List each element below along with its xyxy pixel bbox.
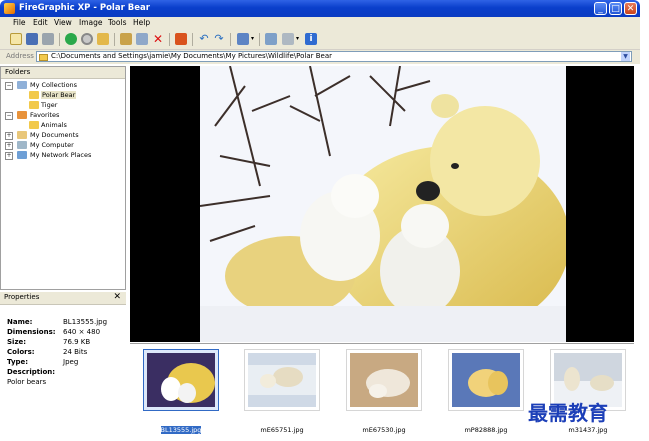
tree-label: Animals (41, 121, 67, 129)
info-icon[interactable]: i (305, 33, 317, 45)
maximize-button[interactable]: □ (609, 2, 622, 15)
thumbnail-caption[interactable]: mE65751.jpg (237, 426, 327, 434)
delete-icon[interactable]: ✕ (152, 33, 164, 45)
paste-icon[interactable] (136, 33, 148, 45)
zoom-dropdown-arrow-icon[interactable]: ▾ (296, 35, 299, 42)
folder-icon (29, 101, 39, 109)
slideshow-icon[interactable] (265, 33, 277, 45)
address-input[interactable]: C:\Documents and Settings\jamie\My Docum… (36, 51, 632, 62)
tree-label: My Network Places (30, 151, 92, 159)
window-title: FireGraphic XP - Polar Bear (19, 3, 150, 13)
undo-icon[interactable]: ↶ (198, 33, 210, 45)
polar-bear-photo (200, 66, 566, 342)
toolbar-separator (169, 33, 170, 46)
folders-title: Folders (5, 68, 31, 76)
menu-tools[interactable]: Tools (108, 18, 126, 27)
property-row: Dimensions: 640 × 480 (7, 328, 101, 336)
stop-circle-icon[interactable] (81, 33, 93, 45)
computer-icon (17, 141, 27, 149)
tree-label: Favorites (30, 111, 60, 119)
thumbnail-mp82888[interactable] (448, 349, 524, 411)
thumbnail-image (452, 353, 520, 407)
collection-icon (17, 81, 27, 89)
property-row: Description: (7, 368, 56, 376)
view-dropdown-arrow-icon[interactable]: ▾ (251, 35, 254, 42)
thumbnail-caption[interactable]: mE67530.jpg (339, 426, 429, 434)
toolbar-separator (259, 33, 260, 46)
menu-file[interactable]: File (13, 18, 26, 27)
properties-pane: Properties ✕ Name: BL13555.jpg Dimensions… (0, 292, 126, 440)
property-description: Polor bears (7, 378, 47, 386)
tree-label: Tiger (41, 101, 58, 109)
app-icon (4, 3, 15, 14)
folders-header: Folders (1, 67, 125, 79)
redo-icon[interactable]: ↷ (213, 33, 225, 45)
save-icon[interactable] (26, 33, 38, 45)
thumbnail-image (350, 353, 418, 407)
print-icon[interactable] (42, 33, 54, 45)
properties-title: Properties (4, 293, 40, 301)
menu-image[interactable]: Image (79, 18, 103, 27)
expand-icon[interactable]: + (5, 132, 13, 140)
documents-icon (17, 131, 27, 139)
title-bar[interactable]: FireGraphic XP - Polar Bear _ □ ✕ (0, 0, 640, 17)
thumbnail-me67530[interactable] (346, 349, 422, 411)
window-edge (640, 0, 649, 440)
toolbar-separator (192, 33, 193, 46)
thumbnail-me65751[interactable] (244, 349, 320, 411)
tree-label: Polar Bear (41, 91, 77, 99)
menu-edit[interactable]: Edit (33, 18, 48, 27)
collapse-icon[interactable]: − (5, 82, 13, 90)
toolbar-separator (59, 33, 60, 46)
collapse-icon[interactable]: − (5, 112, 13, 120)
close-button[interactable]: ✕ (624, 2, 637, 15)
property-row: Colors: 24 Bits (7, 348, 88, 356)
expand-icon[interactable]: + (5, 142, 13, 150)
expand-icon[interactable]: + (5, 152, 13, 160)
tree-label: My Collections (30, 81, 78, 89)
thumbnail-image (147, 353, 215, 407)
watermark: 最需教育 (528, 401, 608, 425)
address-path: C:\Documents and Settings\jamie\My Docum… (51, 52, 333, 60)
address-dropdown-icon[interactable]: ▼ (621, 52, 630, 61)
view-grid-icon[interactable] (237, 33, 249, 45)
menu-help[interactable]: Help (133, 18, 150, 27)
property-row: Size: 76.9 KB (7, 338, 91, 346)
close-icon[interactable]: ✕ (113, 292, 121, 302)
network-icon (17, 151, 27, 159)
upload-icon[interactable] (97, 33, 109, 45)
property-row: Name: BL13555.jpg (7, 318, 108, 326)
folder-icon (29, 91, 39, 99)
thumbnail-strip: BL13555.jpg mE65751.jpg mE67530.jpg mP82… (130, 343, 634, 441)
property-row: Type: Jpeg (7, 358, 79, 366)
forward-circle-icon[interactable] (65, 33, 77, 45)
thumbnail-caption[interactable]: mP82888.jpg (441, 426, 531, 434)
minimize-button[interactable]: _ (594, 2, 607, 15)
copy-icon[interactable] (120, 33, 132, 45)
favorites-icon (17, 111, 27, 119)
toolbar-separator (230, 33, 231, 46)
thumbnail-caption-selected[interactable]: BL13555.jpg (136, 426, 226, 434)
address-label: Address (6, 52, 34, 60)
toolbar: ✕ ↶ ↷ ▾ ▾ i (0, 30, 640, 50)
folder-icon (29, 121, 39, 129)
tree-label: My Documents (30, 131, 79, 139)
zoom-icon[interactable] (282, 33, 294, 45)
properties-header: Properties ✕ (0, 292, 126, 305)
new-icon[interactable] (10, 33, 22, 45)
folder-icon (39, 54, 48, 61)
address-bar: Address C:\Documents and Settings\jamie\… (0, 50, 640, 64)
thumbnail-bl13555[interactable] (143, 349, 219, 411)
folders-pane: Folders − My Collections Polar Bear Tige… (0, 66, 126, 290)
menu-view[interactable]: View (54, 18, 72, 27)
thumbnail-image (248, 353, 316, 407)
menu-bar: File Edit View Image Tools Help (0, 17, 640, 30)
tree-label: My Computer (30, 141, 74, 149)
bookmark-icon[interactable] (175, 33, 187, 45)
image-viewer[interactable] (130, 66, 634, 342)
toolbar-separator (114, 33, 115, 46)
thumbnail-caption[interactable]: m31437.jpg (543, 426, 633, 434)
